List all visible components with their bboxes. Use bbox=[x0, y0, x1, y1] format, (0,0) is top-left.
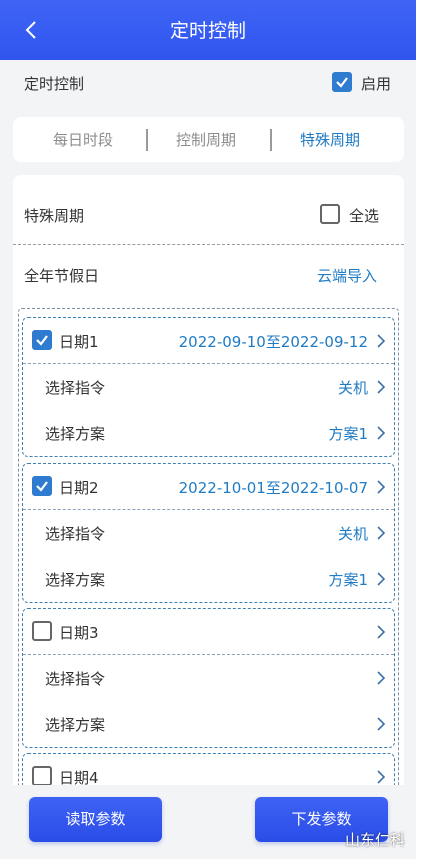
select-command-row[interactable]: 选择指令 关机 bbox=[23, 364, 394, 410]
date-label: 日期1 bbox=[59, 333, 99, 351]
date-checkbox[interactable] bbox=[32, 621, 52, 641]
chevron-right-icon bbox=[377, 526, 386, 540]
timer-enable-row: 定时控制 启用 bbox=[0, 60, 416, 104]
select-command-label: 选择指令 bbox=[45, 670, 106, 688]
special-cycle-card: 特殊周期 全选 全年节假日 云端导入 日期1 2022-09-10至2022-0… bbox=[13, 175, 404, 815]
select-plan-row[interactable]: 选择方案 方案1 bbox=[23, 410, 394, 456]
read-params-button[interactable]: 读取参数 bbox=[29, 797, 162, 842]
right-margin bbox=[416, 0, 427, 859]
date-checkbox[interactable] bbox=[32, 330, 52, 350]
select-command-row[interactable]: 选择指令 bbox=[23, 655, 394, 701]
select-command-row[interactable]: 选择指令 关机 bbox=[23, 510, 394, 556]
holiday-row: 全年节假日 云端导入 bbox=[13, 245, 404, 305]
date-range-row[interactable]: 日期3 bbox=[23, 609, 394, 655]
date-range-value: 2022-09-10至2022-09-12 bbox=[178, 333, 368, 351]
special-cycle-label: 特殊周期 bbox=[24, 207, 85, 225]
select-all-checkbox[interactable] bbox=[320, 204, 340, 224]
date-range-row[interactable]: 日期1 2022-09-10至2022-09-12 bbox=[23, 318, 394, 364]
chevron-right-icon bbox=[377, 334, 386, 348]
date-label: 日期2 bbox=[59, 479, 99, 497]
date-range-value: 2022-10-01至2022-10-07 bbox=[178, 479, 368, 497]
command-value: 关机 bbox=[337, 379, 368, 397]
app-screen: 定时控制 定时控制 启用 每日时段 控制周期 特殊周期 特殊周期 全选 全年节假… bbox=[0, 0, 416, 859]
plan-value: 方案1 bbox=[328, 425, 368, 443]
select-command-label: 选择指令 bbox=[45, 525, 106, 543]
select-command-label: 选择指令 bbox=[45, 379, 106, 397]
tab-divider bbox=[146, 129, 148, 151]
select-all-label: 全选 bbox=[349, 207, 380, 225]
cloud-import-button[interactable]: 云端导入 bbox=[317, 265, 377, 286]
date-item: 日期3 选择指令 选择方案 bbox=[22, 608, 395, 748]
date-checkbox[interactable] bbox=[32, 766, 52, 786]
holiday-label: 全年节假日 bbox=[24, 267, 100, 285]
chevron-right-icon bbox=[377, 380, 386, 394]
checkmark-icon bbox=[36, 481, 48, 492]
date-item: 日期1 2022-09-10至2022-09-12 选择指令 关机 选择方案 方… bbox=[22, 317, 395, 457]
date-checkbox[interactable] bbox=[32, 476, 52, 496]
chevron-right-icon bbox=[377, 625, 386, 639]
tab-divider bbox=[270, 129, 272, 151]
timer-control-label: 定时控制 bbox=[24, 75, 85, 93]
enable-checkbox[interactable] bbox=[332, 72, 352, 92]
chevron-right-icon bbox=[377, 426, 386, 440]
tab-bar: 每日时段 控制周期 特殊周期 bbox=[13, 117, 404, 162]
page-title: 定时控制 bbox=[169, 20, 246, 42]
checkmark-icon bbox=[336, 77, 348, 88]
select-plan-label: 选择方案 bbox=[45, 571, 106, 589]
command-value: 关机 bbox=[337, 525, 368, 543]
chevron-right-icon bbox=[377, 671, 386, 685]
enable-label: 启用 bbox=[361, 75, 392, 93]
select-plan-row[interactable]: 选择方案 方案1 bbox=[23, 556, 394, 602]
watermark: 山东仁科 bbox=[345, 831, 406, 849]
date-range-row[interactable]: 日期2 2022-10-01至2022-10-07 bbox=[23, 464, 394, 510]
chevron-right-icon bbox=[377, 770, 386, 784]
tab-control-cycle[interactable]: 控制周期 bbox=[176, 129, 236, 150]
chevron-right-icon bbox=[377, 572, 386, 586]
special-cycle-header: 特殊周期 全选 bbox=[13, 175, 404, 245]
chevron-right-icon bbox=[377, 717, 386, 731]
tab-daily-period[interactable]: 每日时段 bbox=[53, 129, 113, 150]
tab-special-cycle[interactable]: 特殊周期 bbox=[300, 129, 360, 150]
select-plan-label: 选择方案 bbox=[45, 425, 106, 443]
select-plan-row[interactable]: 选择方案 bbox=[23, 701, 394, 747]
select-plan-label: 选择方案 bbox=[45, 716, 106, 734]
date-label: 日期3 bbox=[59, 624, 99, 642]
plan-value: 方案1 bbox=[328, 571, 368, 589]
chevron-right-icon bbox=[377, 480, 386, 494]
date-item: 日期2 2022-10-01至2022-10-07 选择指令 关机 选择方案 方… bbox=[22, 463, 395, 603]
header-bar: 定时控制 bbox=[0, 0, 416, 60]
checkmark-icon bbox=[36, 335, 48, 346]
